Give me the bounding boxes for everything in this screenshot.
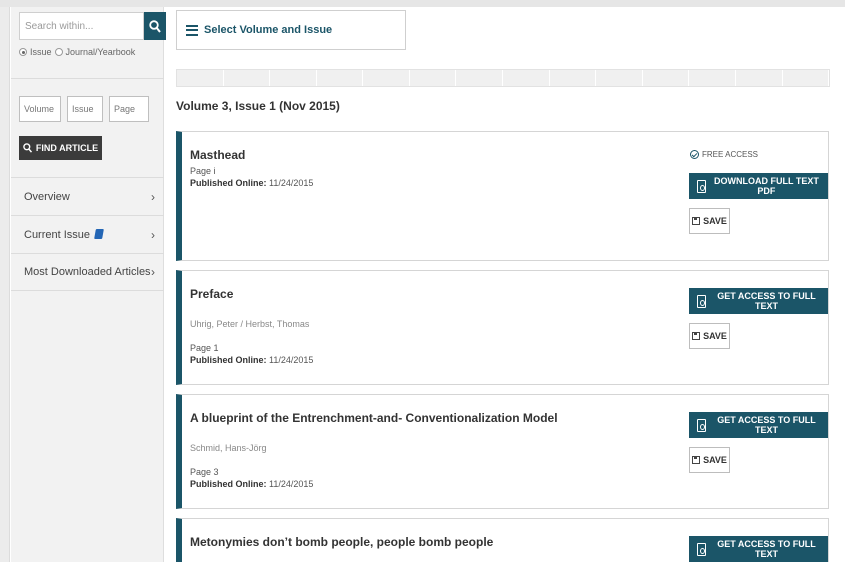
download-pdf-button[interactable]: DOWNLOAD FULL TEXT PDF <box>689 173 828 199</box>
get-access-label: GET ACCESS TO FULL TEXT <box>717 291 816 311</box>
chevron-right-icon: › <box>151 265 155 279</box>
save-icon <box>692 456 701 464</box>
save-label: SAVE <box>703 331 727 341</box>
article-published: Published Online: 11/24/2015 <box>190 178 313 188</box>
pdf-icon <box>697 418 706 432</box>
sidebar-item-label: Current Issue <box>24 228 91 241</box>
radio-issue[interactable]: Issue <box>19 47 52 57</box>
volume-field[interactable] <box>19 96 61 122</box>
search-icon <box>23 143 32 153</box>
select-volume-button[interactable]: Select Volume and Issue <box>176 10 406 50</box>
article-published: Published Online: 11/24/2015 <box>190 355 313 365</box>
article-title[interactable]: Preface <box>190 287 233 301</box>
get-access-button[interactable]: GET ACCESS TO FULL TEXT <box>689 412 828 438</box>
radio-journal[interactable]: Journal/Yearbook <box>54 47 136 57</box>
pdf-icon <box>697 179 706 193</box>
article-card: A blueprint of the Entrenchment-and- Con… <box>176 394 829 509</box>
chevron-right-icon: › <box>151 189 155 204</box>
chevron-right-icon: › <box>151 227 155 242</box>
timeline-cell[interactable] <box>456 70 504 86</box>
divider <box>11 78 164 79</box>
article-card: Masthead Page i Published Online: 11/24/… <box>176 131 829 261</box>
find-article-button[interactable]: FIND ARTICLE <box>19 136 102 160</box>
timeline-cell[interactable] <box>409 70 457 86</box>
published-date: 11/24/2015 <box>269 479 314 489</box>
article-card: Preface Uhrig, Peter / Herbst, Thomas Pa… <box>176 270 829 385</box>
sidebar-item-label: Overview <box>24 190 70 203</box>
save-icon <box>692 332 701 340</box>
issue-field[interactable] <box>67 96 103 122</box>
timeline-cell[interactable] <box>363 70 410 86</box>
published-label: Published Online: <box>190 178 267 188</box>
search-box <box>19 12 166 40</box>
timeline-cell[interactable] <box>689 70 736 86</box>
article-page: Page i <box>190 166 216 176</box>
download-pdf-label: DOWNLOAD FULL TEXT PDF <box>714 176 819 196</box>
timeline-cell[interactable] <box>503 70 550 86</box>
article-title[interactable]: A blueprint of the Entrenchment-and- Con… <box>190 411 558 425</box>
timeline-cell[interactable] <box>735 70 783 86</box>
search-input[interactable] <box>19 12 144 40</box>
citation-fields <box>19 96 149 122</box>
select-volume-label: Select Volume and Issue <box>204 24 333 36</box>
timeline-cell[interactable] <box>549 70 597 86</box>
save-button[interactable]: SAVE <box>689 208 730 234</box>
top-strip <box>0 0 845 7</box>
timeline-cell[interactable] <box>782 70 830 86</box>
article-page: Page 3 <box>190 467 219 477</box>
left-edge <box>0 7 10 562</box>
article-published: Published Online: 11/24/2015 <box>190 479 313 489</box>
article-authors[interactable]: Uhrig, Peter / Herbst, Thomas <box>190 319 309 329</box>
free-access-label: FREE ACCESS <box>702 150 759 159</box>
check-circle-icon <box>690 150 699 159</box>
sidebar-item-label: Most Downloaded Articles <box>24 266 151 278</box>
radio-button[interactable] <box>19 48 27 56</box>
save-label: SAVE <box>703 455 727 465</box>
pdf-icon <box>697 294 706 308</box>
save-label: SAVE <box>703 216 727 226</box>
find-article-label: FIND ARTICLE <box>35 143 99 153</box>
timeline-cell[interactable] <box>177 70 224 86</box>
pdf-icon <box>697 542 706 556</box>
published-label: Published Online: <box>190 355 267 365</box>
sidebar-item-current-issue[interactable]: Current Issue › <box>11 215 164 253</box>
save-button[interactable]: SAVE <box>689 323 730 349</box>
sidebar: Issue Journal/Yearbook FIND ARTICLE Over… <box>11 7 166 562</box>
volume-timeline[interactable] <box>176 69 830 87</box>
sidebar-item-overview[interactable]: Overview › <box>11 177 164 215</box>
get-access-button[interactable]: GET ACCESS TO FULL TEXT <box>689 536 828 562</box>
timeline-cell[interactable] <box>642 70 690 86</box>
issue-heading: Volume 3, Issue 1 (Nov 2015) <box>176 99 340 113</box>
sidebar-item-most-downloaded[interactable]: Most Downloaded Articles › <box>11 253 164 291</box>
article-card: Metonymies don’t bomb people, people bom… <box>176 518 829 562</box>
article-title[interactable]: Metonymies don’t bomb people, people bom… <box>190 535 493 549</box>
timeline-cell[interactable] <box>270 70 317 86</box>
get-access-label: GET ACCESS TO FULL TEXT <box>717 415 816 435</box>
search-scope: Issue Journal/Yearbook <box>19 47 135 57</box>
list-icon <box>186 24 198 36</box>
article-title[interactable]: Masthead <box>190 148 245 162</box>
article-authors[interactable]: Schmid, Hans-Jörg <box>190 443 267 453</box>
get-access-label: GET ACCESS TO FULL TEXT <box>717 539 816 559</box>
save-icon <box>692 217 701 225</box>
radio-label: Journal/Yearbook <box>65 47 136 57</box>
timeline-cell[interactable] <box>223 70 271 86</box>
search-button[interactable] <box>144 12 166 40</box>
search-icon <box>149 19 161 33</box>
timeline-cell[interactable] <box>316 70 364 86</box>
published-date: 11/24/2015 <box>269 355 314 365</box>
save-button[interactable]: SAVE <box>689 447 730 473</box>
article-page: Page 1 <box>190 343 219 353</box>
published-date: 11/24/2015 <box>269 178 314 188</box>
free-access-badge: FREE ACCESS <box>690 150 758 159</box>
get-access-button[interactable]: GET ACCESS TO FULL TEXT <box>689 288 828 314</box>
radio-label: Issue <box>30 47 52 57</box>
page-field[interactable] <box>109 96 149 122</box>
book-icon <box>94 228 104 239</box>
sidebar-item-current-issue-wrap: Current Issue <box>24 228 104 241</box>
timeline-cell[interactable] <box>596 70 643 86</box>
published-label: Published Online: <box>190 479 267 489</box>
radio-button[interactable] <box>54 48 63 56</box>
